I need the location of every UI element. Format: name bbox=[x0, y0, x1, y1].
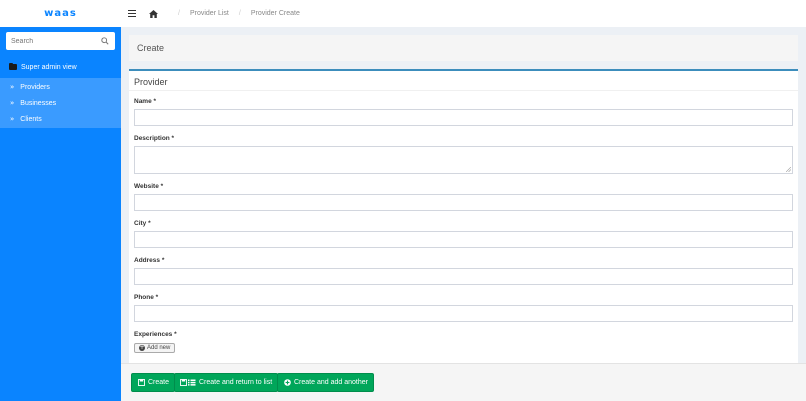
city-input[interactable] bbox=[134, 231, 793, 248]
plus-circle-icon: + bbox=[139, 344, 145, 351]
address-field: Address * bbox=[129, 257, 798, 285]
search-icon[interactable] bbox=[100, 36, 110, 46]
description-label: Description * bbox=[134, 135, 175, 142]
phone-input[interactable] bbox=[134, 305, 793, 322]
phone-label: Phone * bbox=[134, 294, 159, 301]
website-label: Website * bbox=[134, 183, 164, 190]
save-icon bbox=[137, 379, 145, 387]
create-button-label: Create bbox=[148, 379, 170, 386]
sidebar-menu: » Providers » Businesses » Clients bbox=[0, 78, 121, 128]
city-field: City * bbox=[129, 220, 798, 248]
double-chevron-right-icon: » bbox=[10, 115, 15, 123]
sidebar-item-label: Providers bbox=[20, 83, 50, 91]
search-box bbox=[6, 32, 115, 50]
experiences-label: Experiences * bbox=[134, 331, 177, 338]
breadcrumb-separator: / bbox=[178, 10, 180, 17]
search-input[interactable] bbox=[11, 37, 100, 45]
save-list-icon bbox=[180, 379, 196, 387]
website-field: Website * bbox=[129, 183, 798, 211]
folder-icon bbox=[9, 63, 17, 70]
address-label: Address * bbox=[134, 257, 165, 264]
create-and-return-button[interactable]: Create and return to list bbox=[174, 373, 279, 392]
form-title: Provider bbox=[129, 71, 798, 91]
add-new-experience-button[interactable]: + Add new bbox=[134, 343, 176, 353]
website-input[interactable] bbox=[134, 194, 793, 211]
name-label: Name * bbox=[134, 98, 157, 105]
name-field: Name * bbox=[129, 98, 798, 126]
sidebar-item-businesses[interactable]: » Businesses bbox=[0, 95, 121, 111]
sidebar-header[interactable]: Super admin view bbox=[0, 59, 121, 75]
sidebar-header-label: Super admin view bbox=[21, 63, 77, 71]
breadcrumb-separator: / bbox=[238, 10, 241, 17]
sidebar-item-providers[interactable]: » Providers bbox=[0, 79, 121, 95]
topbar: / Provider List / Provider Create bbox=[121, 0, 806, 27]
page-title: Create bbox=[129, 35, 798, 61]
double-chevron-right-icon: » bbox=[10, 83, 15, 91]
experiences-field: Experiences * + Add new bbox=[129, 331, 798, 353]
add-new-label: Add new bbox=[147, 345, 171, 351]
address-input[interactable] bbox=[134, 268, 793, 285]
form-actions-bar: Create Create and return to list Create … bbox=[121, 363, 806, 401]
sidebar-item-clients[interactable]: » Clients bbox=[0, 111, 121, 127]
create-and-return-label: Create and return to list bbox=[199, 379, 273, 386]
city-label: City * bbox=[134, 220, 151, 227]
phone-field: Phone * bbox=[129, 294, 798, 322]
create-and-add-another-button[interactable]: Create and add another bbox=[277, 373, 374, 392]
description-textarea[interactable] bbox=[134, 146, 793, 174]
app-logo[interactable]: waas bbox=[44, 8, 77, 19]
main-content: Create Provider Name * Description * Web… bbox=[121, 27, 806, 401]
breadcrumb-provider-create: Provider Create bbox=[250, 10, 300, 17]
home-icon[interactable] bbox=[149, 9, 158, 18]
resize-handle-icon[interactable] bbox=[786, 167, 791, 172]
create-button[interactable]: Create bbox=[131, 373, 176, 392]
sidebar-item-label: Clients bbox=[20, 115, 42, 123]
double-chevron-right-icon: » bbox=[10, 99, 15, 107]
provider-form-box: Provider Name * Description * Website * … bbox=[129, 69, 798, 363]
sidebar-item-label: Businesses bbox=[20, 99, 57, 107]
breadcrumb-provider-list[interactable]: Provider List bbox=[190, 10, 229, 17]
sidebar: waas Super admin view » Providers » Busi… bbox=[0, 0, 121, 401]
name-input[interactable] bbox=[134, 109, 793, 126]
logo-bar: waas bbox=[0, 0, 121, 27]
description-field: Description * bbox=[129, 135, 798, 174]
plus-circle-icon bbox=[283, 379, 291, 387]
menu-toggle-icon[interactable] bbox=[128, 10, 136, 17]
create-and-add-another-label: Create and add another bbox=[294, 379, 368, 386]
